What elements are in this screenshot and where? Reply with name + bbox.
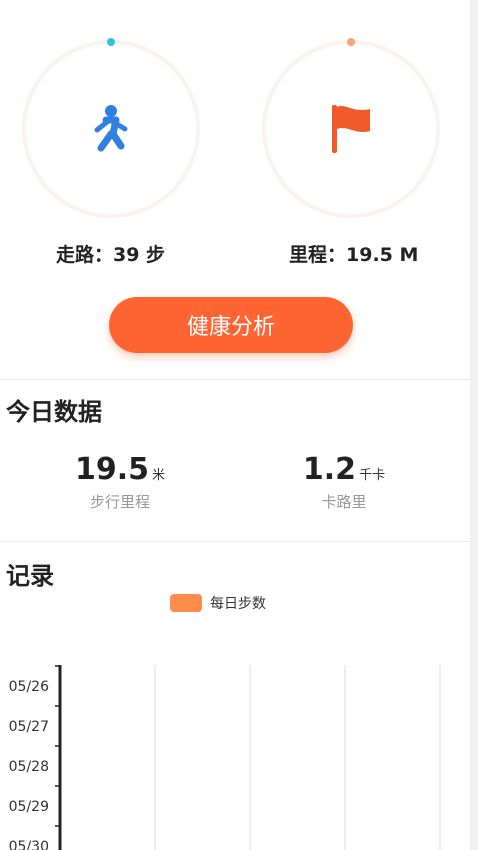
chart-tick-label: 05/26	[9, 679, 49, 695]
distance-label: 里程：19.5 M	[289, 244, 419, 266]
distance-progress-dot	[347, 38, 355, 46]
distance-unit: 米	[152, 468, 166, 483]
walking-person-icon	[94, 105, 128, 152]
records-title: 记录	[6, 562, 54, 590]
distance-value: 19.5	[74, 452, 149, 487]
calories-unit: 千卡	[359, 468, 386, 483]
chart-tick-label: 05/29	[9, 799, 49, 815]
chart-tick-label: 05/28	[9, 759, 49, 775]
calories-metric-label: 卡路里	[321, 493, 367, 511]
today-data-title: 今日数据	[6, 398, 102, 426]
chart-tick-label: 05/27	[9, 719, 49, 735]
scrollbar[interactable]	[470, 0, 478, 850]
chart-tick-label: 05/30	[9, 839, 49, 850]
section-divider	[0, 541, 470, 542]
calories-metric: 1.2 千卡 卡路里	[284, 452, 404, 512]
legend-swatch	[170, 594, 202, 612]
steps-progress-ring	[22, 38, 200, 218]
chart-legend[interactable]: 每日步数	[170, 593, 266, 613]
distance-progress-ring	[262, 38, 440, 218]
flag-icon	[332, 105, 370, 153]
steps-progress-dot	[107, 38, 115, 46]
daily-steps-chart: 05/26 05/27 05/28 05/29 05/30	[9, 665, 441, 850]
health-analysis-button[interactable]: 健康分析	[109, 297, 353, 353]
distance-metric-label: 步行里程	[89, 493, 150, 511]
section-divider	[0, 379, 470, 380]
calories-value: 1.2	[302, 452, 357, 487]
walk-steps-label: 走路：39 步	[56, 244, 166, 266]
legend-label: 每日步数	[210, 596, 266, 612]
distance-metric: 19.5 米 步行里程	[60, 452, 180, 512]
